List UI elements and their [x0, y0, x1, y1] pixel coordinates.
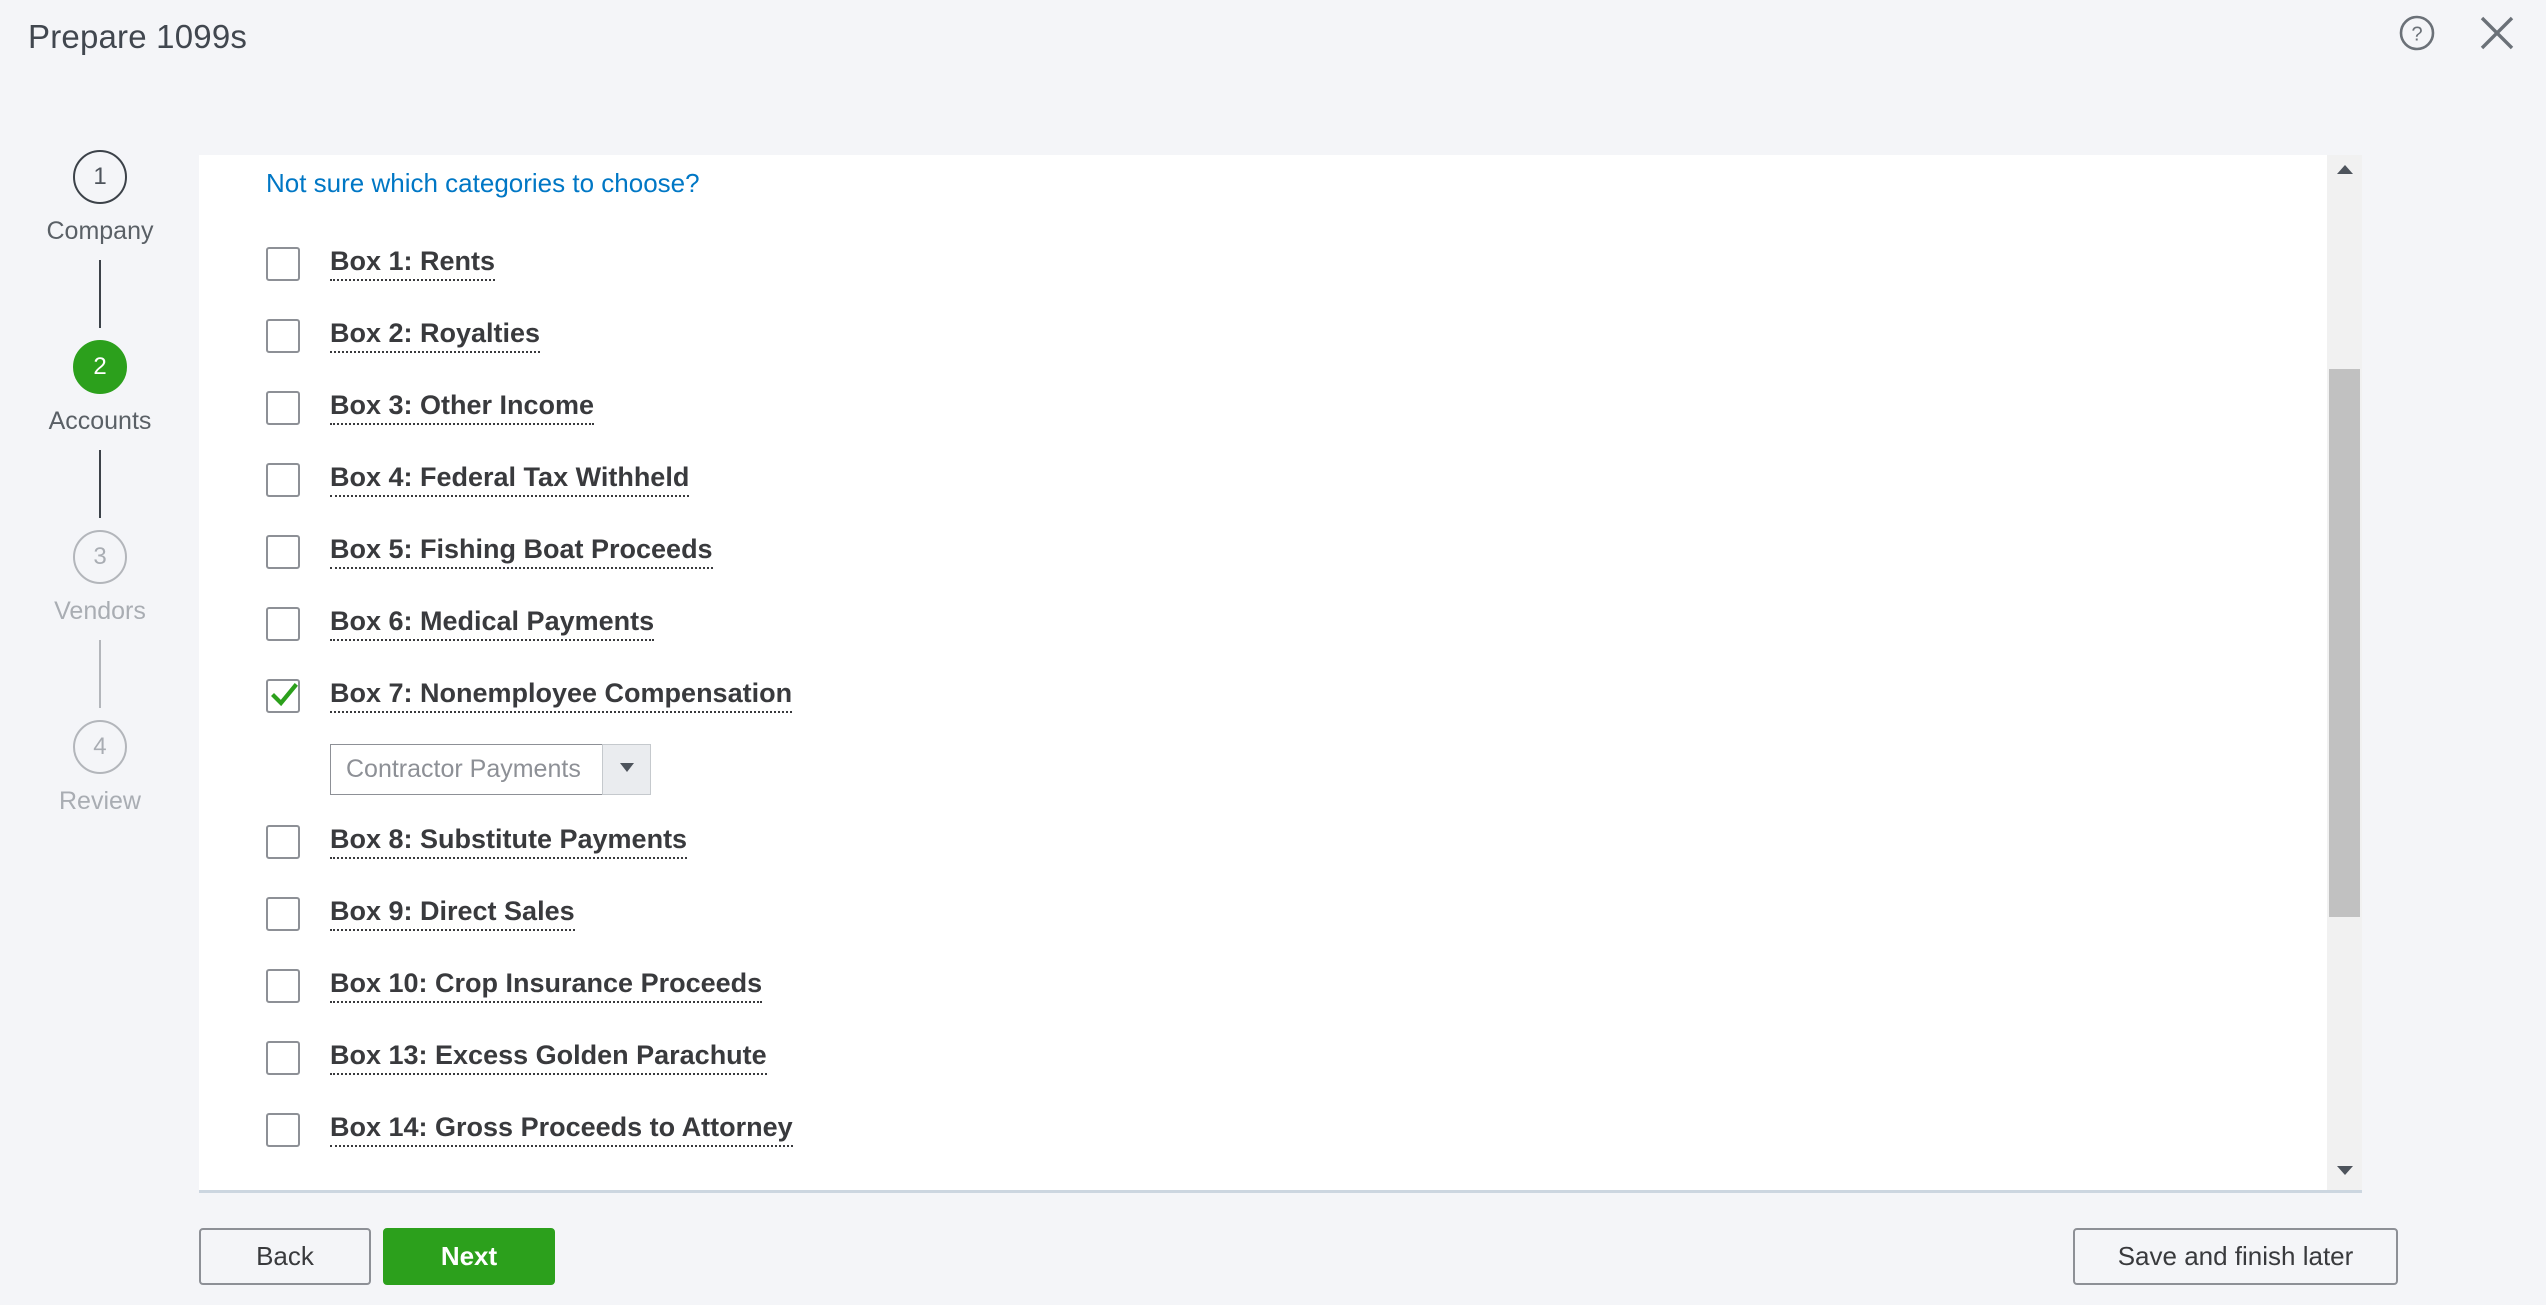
help-circle-icon: ?	[2397, 13, 2437, 53]
step-connector-3	[99, 640, 101, 708]
chevron-down-icon	[616, 756, 638, 783]
list-item[interactable]: Box 5: Fishing Boat Proceeds	[266, 516, 2166, 588]
list-item[interactable]: Box 9: Direct Sales	[266, 878, 2166, 950]
checkbox-label[interactable]: Box 1: Rents	[330, 247, 495, 282]
step-number-3: 3	[73, 530, 127, 584]
checkbox-box-2[interactable]	[266, 319, 300, 353]
wizard-stepper: 1 Company 2 Accounts 3 Vendors 4 Review	[0, 150, 200, 816]
checkbox-label[interactable]: Box 5: Fishing Boat Proceeds	[330, 535, 713, 570]
step-number-1: 1	[73, 150, 127, 204]
list-item[interactable]: Box 3: Other Income	[266, 372, 2166, 444]
sidebar-item-accounts[interactable]: 2 Accounts	[49, 340, 152, 436]
checkbox-box-14[interactable]	[266, 1113, 300, 1147]
step-label-company: Company	[47, 217, 154, 246]
checkbox-box-5[interactable]	[266, 535, 300, 569]
checkbox-label[interactable]: Box 9: Direct Sales	[330, 897, 575, 932]
scroll-up-button[interactable]	[2327, 155, 2362, 190]
checkbox-label[interactable]: Box 14: Gross Proceeds to Attorney	[330, 1113, 793, 1148]
list-item[interactable]: Box 13: Excess Golden Parachute	[266, 1022, 2166, 1094]
checkbox-label[interactable]: Box 6: Medical Payments	[330, 607, 654, 642]
checkbox-box-9[interactable]	[266, 897, 300, 931]
step-label-accounts: Accounts	[49, 407, 152, 436]
account-dropdown-toggle[interactable]	[602, 744, 651, 795]
svg-text:?: ?	[2411, 24, 2422, 46]
checkbox-label[interactable]: Box 10: Crop Insurance Proceeds	[330, 969, 762, 1004]
checkbox-label[interactable]: Box 4: Federal Tax Withheld	[330, 463, 689, 498]
help-button[interactable]: ?	[2394, 10, 2440, 56]
checkbox-label[interactable]: Box 8: Substitute Payments	[330, 825, 687, 860]
caret-up-icon	[2335, 160, 2355, 185]
checkbox-label[interactable]: Box 7: Nonemployee Compensation	[330, 679, 792, 714]
checkbox-label[interactable]: Box 2: Royalties	[330, 319, 540, 354]
accounts-panel: Not sure which categories to choose? Box…	[199, 155, 2362, 1190]
vertical-scrollbar[interactable]	[2327, 155, 2362, 1190]
close-icon	[2476, 12, 2518, 54]
checkbox-box-6[interactable]	[266, 607, 300, 641]
account-dropdown[interactable]: Contractor Payments	[330, 744, 651, 795]
checkbox-box-8[interactable]	[266, 825, 300, 859]
list-item[interactable]: Box 6: Medical Payments	[266, 588, 2166, 660]
dialog-header: Prepare 1099s ?	[0, 0, 2546, 76]
header-actions: ?	[2394, 10, 2520, 56]
list-item[interactable]: Box 1: Rents	[266, 228, 2166, 300]
box-checkbox-list: Box 1: Rents Box 2: Royalties Box 3: Oth…	[266, 228, 2166, 1166]
dialog-footer: Back Next Save and finish later	[0, 1228, 2546, 1298]
step-connector-1	[99, 260, 101, 328]
list-item[interactable]: Box 10: Crop Insurance Proceeds	[266, 950, 2166, 1022]
checkbox-label[interactable]: Box 13: Excess Golden Parachute	[330, 1041, 767, 1076]
sidebar-item-review[interactable]: 4 Review	[59, 720, 141, 816]
list-item[interactable]: Box 7: Nonemployee Compensation	[266, 660, 2166, 732]
checkbox-box-13[interactable]	[266, 1041, 300, 1075]
scrollbar-thumb[interactable]	[2329, 369, 2360, 917]
step-number-4: 4	[73, 720, 127, 774]
next-button[interactable]: Next	[383, 1228, 555, 1285]
checkbox-box-1[interactable]	[266, 247, 300, 281]
list-item[interactable]: Box 4: Federal Tax Withheld	[266, 444, 2166, 516]
footer-divider	[199, 1190, 2362, 1193]
account-dropdown-value[interactable]: Contractor Payments	[330, 744, 602, 795]
account-mapping-row: Contractor Payments	[266, 732, 2166, 806]
list-item[interactable]: Box 2: Royalties	[266, 300, 2166, 372]
list-item[interactable]: Box 8: Substitute Payments	[266, 806, 2166, 878]
list-item[interactable]: Box 14: Gross Proceeds to Attorney	[266, 1094, 2166, 1166]
back-button[interactable]: Back	[199, 1228, 371, 1285]
checkbox-box-3[interactable]	[266, 391, 300, 425]
checkbox-box-7[interactable]	[266, 679, 300, 713]
sidebar-item-vendors[interactable]: 3 Vendors	[54, 530, 146, 626]
step-connector-2	[99, 450, 101, 518]
sidebar-item-company[interactable]: 1 Company	[47, 150, 154, 246]
close-button[interactable]	[2474, 10, 2520, 56]
checkbox-label[interactable]: Box 3: Other Income	[330, 391, 594, 426]
checkbox-box-10[interactable]	[266, 969, 300, 1003]
not-sure-categories-link[interactable]: Not sure which categories to choose?	[266, 168, 700, 199]
accounts-panel-content: Not sure which categories to choose? Box…	[199, 155, 2327, 1190]
caret-down-icon	[2335, 1160, 2355, 1185]
checkbox-box-4[interactable]	[266, 463, 300, 497]
step-number-2: 2	[73, 340, 127, 394]
save-and-finish-later-button[interactable]: Save and finish later	[2073, 1228, 2398, 1285]
scroll-down-button[interactable]	[2327, 1155, 2362, 1190]
step-label-vendors: Vendors	[54, 597, 146, 626]
step-label-review: Review	[59, 787, 141, 816]
page-title: Prepare 1099s	[28, 18, 247, 56]
